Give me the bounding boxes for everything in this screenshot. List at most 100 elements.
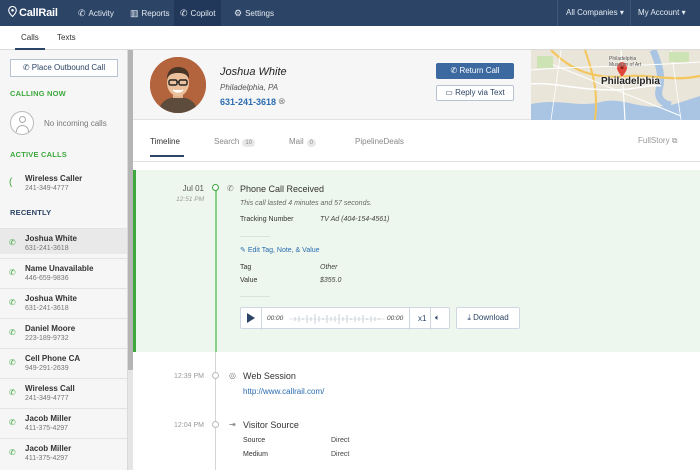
medium-label: Medium xyxy=(243,451,268,458)
player-divider xyxy=(261,308,262,330)
location-pin-icon xyxy=(8,6,17,17)
caller-number[interactable]: 631-241-3618 xyxy=(220,97,276,107)
list-item-number: 411-375-4297 xyxy=(25,425,69,432)
bar-chart-icon: ▥ xyxy=(130,8,139,18)
play-icon[interactable] xyxy=(247,313,255,323)
list-item-name: Name Unavailable xyxy=(25,264,94,273)
phone-icon: ✆ xyxy=(227,184,234,193)
tab-search[interactable]: Search 10 xyxy=(214,137,256,147)
web-session-time: 12:39 PM xyxy=(174,373,204,380)
visitor-source-time: 12:04 PM xyxy=(174,422,204,429)
phone-icon: ✆ xyxy=(9,388,16,397)
copilot-icon: ✆ xyxy=(180,8,188,18)
caller-header: Joshua White Philadelphia, PA 631-241-36… xyxy=(133,50,700,120)
list-item[interactable]: ✆ Wireless Call 241-349-4777 xyxy=(0,378,127,404)
company-label: All Companies xyxy=(566,8,618,17)
phone-icon: ✆ xyxy=(9,268,16,277)
tab-calls[interactable]: Calls xyxy=(15,26,45,50)
list-item[interactable]: ✆ Name Unavailable 446-659-9836 xyxy=(0,258,127,284)
nav-separator xyxy=(630,0,631,26)
list-item-name: Cell Phone CA xyxy=(25,354,81,363)
place-outbound-call-button[interactable]: ✆ Place Outbound Call xyxy=(10,59,118,77)
nav-copilot[interactable]: ✆ Copilot xyxy=(174,0,222,26)
return-call-button[interactable]: ✆ Return Call xyxy=(436,63,514,79)
audio-waveform[interactable] xyxy=(289,313,385,325)
edit-tag-note-value-link[interactable]: ✎ Edit Tag, Note, & Value xyxy=(240,246,320,254)
web-session-url[interactable]: http://www.callrail.com/ xyxy=(243,387,324,396)
company-selector[interactable]: All Companies ▾ xyxy=(566,0,624,26)
top-nav: CallRail ✆ Activity ▥ Reports ✆ Copilot ⚙ Se… xyxy=(0,0,700,26)
callrail-logo[interactable]: CallRail xyxy=(8,6,58,19)
tag-value: Other xyxy=(320,264,338,271)
tracking-number-label: Tracking Number xyxy=(240,216,294,223)
list-item[interactable]: ✆ Jacob Miller 411-375-4297 xyxy=(0,438,127,464)
tab-texts[interactable]: Texts xyxy=(57,26,76,50)
outbound-label: Place Outbound Call xyxy=(31,63,106,72)
playback-speed-button[interactable]: x1 xyxy=(418,314,426,323)
nav-copilot-label: Copilot xyxy=(190,9,216,18)
phone-icon: ✆ xyxy=(450,66,458,75)
nav-reports[interactable]: ▥ Reports xyxy=(130,0,170,26)
map-city-label: Philadelphia xyxy=(601,76,660,87)
tab-timeline[interactable]: Timeline xyxy=(150,137,180,146)
nav-activity[interactable]: ✆ Activity xyxy=(78,0,114,26)
list-item-number: 631-241-3618 xyxy=(25,245,69,252)
source-label: Source xyxy=(243,437,266,444)
list-item-number: 949-291-2639 xyxy=(25,365,69,372)
call-duration: This call lasted 4 minutes and 57 second… xyxy=(240,200,372,207)
no-incoming-text: No incoming calls xyxy=(44,119,107,128)
list-item[interactable]: ✆ Jacob Miller 411-375-4297 xyxy=(0,408,127,434)
list-item-number: 446-659-9836 xyxy=(25,275,69,282)
phone-icon: ✆ xyxy=(9,238,16,247)
download-label: Download xyxy=(473,313,509,322)
active-caller-name: Wireless Caller xyxy=(25,174,83,183)
tab-mail[interactable]: Mail 0 xyxy=(289,137,317,147)
calling-now-heading: CALLING NOW xyxy=(10,89,66,98)
value-label: Value xyxy=(240,277,258,284)
list-item-name: Jacob Miller xyxy=(25,414,72,423)
map-poi-label: Philadelphia Museum of Art xyxy=(609,56,642,68)
download-recording-button[interactable]: ⤓ Download xyxy=(456,307,520,329)
phone-icon: ✆ xyxy=(9,358,16,367)
reply-via-text-button[interactable]: ▭ Reply via Text xyxy=(436,85,514,101)
detail-tabs: Timeline Search 10 Mail 0 PipelineDeals Fu… xyxy=(133,120,700,162)
no-incoming-calls: No incoming calls xyxy=(10,111,120,135)
volume-icon[interactable]: 🔈︎ xyxy=(435,313,440,323)
list-item[interactable]: ✆ Joshua White 631-241-3618 xyxy=(0,228,127,254)
nav-settings[interactable]: ⚙ Settings xyxy=(234,0,274,26)
active-call-item[interactable]: ( Wireless Caller 241-349-4777 xyxy=(0,170,127,196)
recently-heading: RECENTLY xyxy=(10,208,52,217)
chat-bubble-icon: ▭ xyxy=(445,88,453,97)
return-call-label: Return Call xyxy=(459,66,500,75)
phone-icon: ✆ xyxy=(9,418,16,427)
gear-icon: ⚙ xyxy=(234,8,243,18)
nav-reports-label: Reports xyxy=(141,9,170,18)
list-item[interactable]: ✆ Cell Phone CA 949-291-2639 xyxy=(0,348,127,374)
player-end-time: 00:00 xyxy=(387,315,404,322)
phone-icon: ✆ xyxy=(9,298,16,307)
tab-pipelinedeals[interactable]: PipelineDeals xyxy=(355,137,404,146)
caller-avatar xyxy=(150,57,206,113)
list-item-name: Joshua White xyxy=(25,234,78,243)
list-item[interactable]: ✆ Joshua White 631-241-3618 xyxy=(0,288,127,314)
globe-icon: ◎ xyxy=(229,371,236,380)
active-calls-heading: ACTIVE CALLS xyxy=(10,150,67,159)
fullstory-link[interactable]: FullStory ⧉ xyxy=(638,136,678,146)
timeline-line xyxy=(215,352,216,470)
nav-separator xyxy=(557,0,558,26)
remove-circle-icon[interactable]: ⊗ xyxy=(278,96,286,107)
phone-icon: ✆ xyxy=(9,328,16,337)
list-item[interactable]: ✆ Daniel Moore 223-189-9732 xyxy=(0,318,127,344)
location-map[interactable]: Philadelphia Philadelphia Museum of Art xyxy=(531,50,700,120)
timeline-line-active xyxy=(215,186,217,352)
logo-text: CallRail xyxy=(19,7,58,19)
call-time: 12:51 PM xyxy=(176,196,204,203)
divider xyxy=(240,296,270,297)
active-tab-indicator xyxy=(150,155,184,157)
caller-location: Philadelphia, PA xyxy=(220,83,279,92)
list-item-name: Jacob Miller xyxy=(25,444,72,453)
list-item-name: Daniel Moore xyxy=(25,324,76,333)
account-menu[interactable]: My Account ▾ xyxy=(638,0,686,26)
pencil-icon: ✎ xyxy=(240,247,246,254)
empty-user-icon xyxy=(10,111,34,135)
